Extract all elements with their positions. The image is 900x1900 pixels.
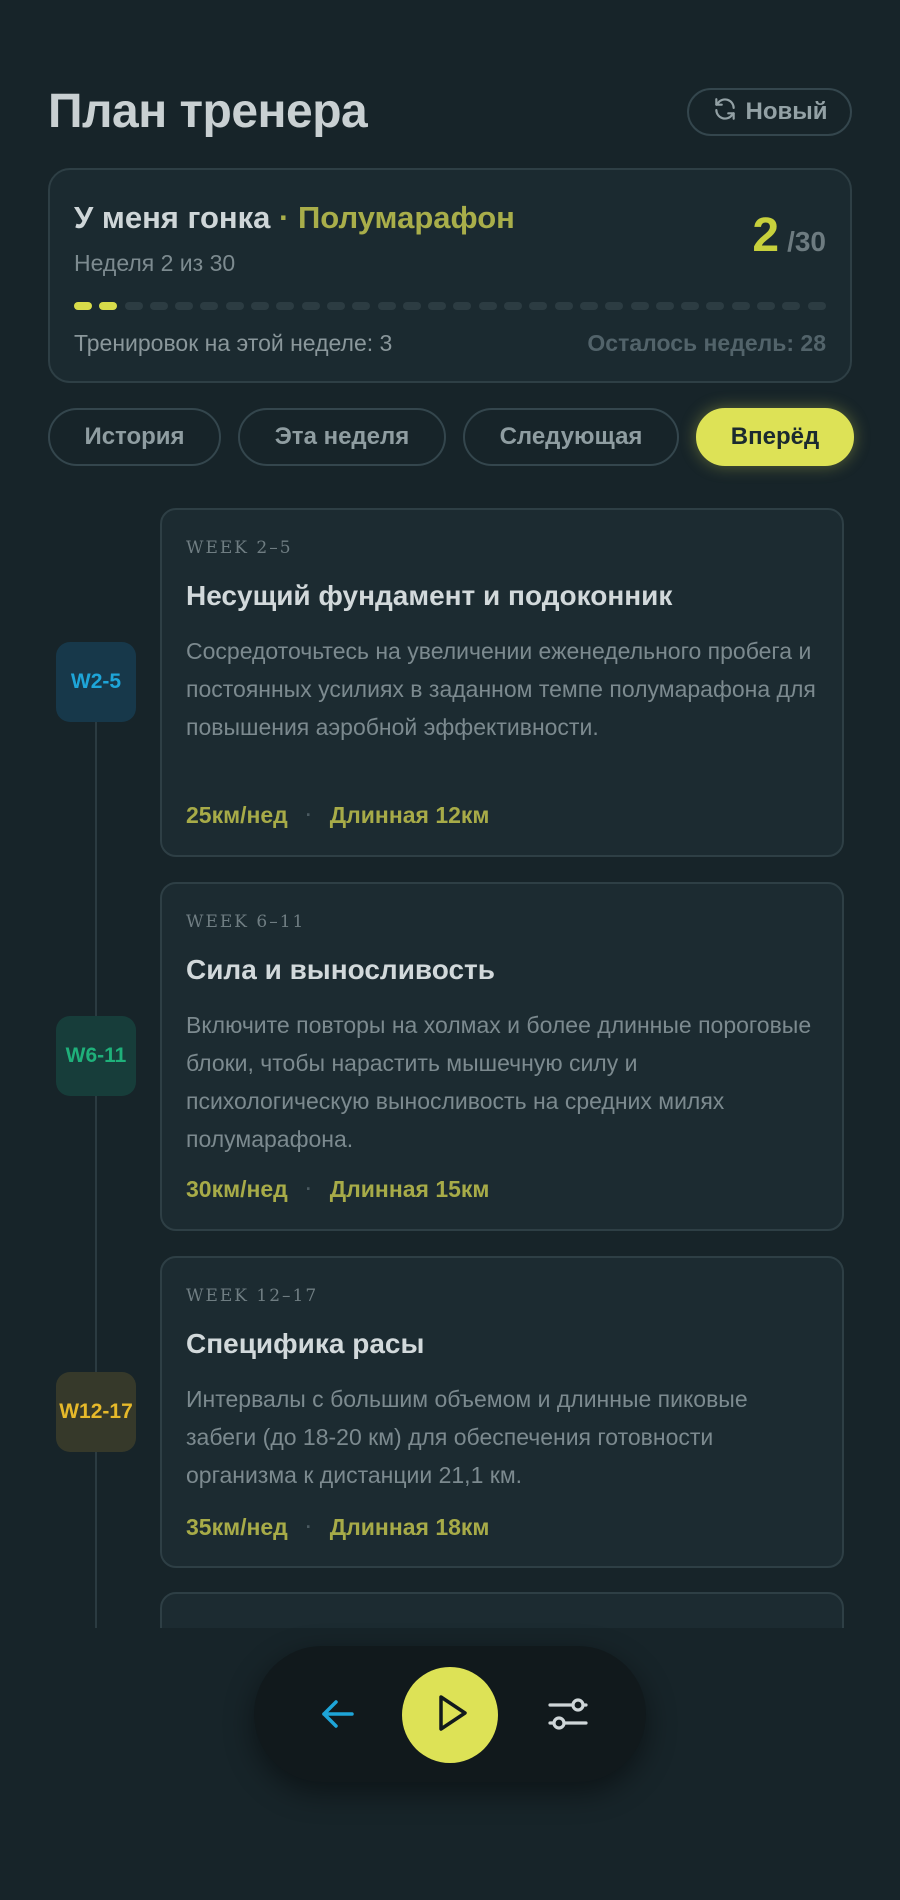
phase-weeks: WEEK 2–5 <box>186 538 293 558</box>
total-weeks: /30 <box>787 226 826 257</box>
progress-dot <box>731 302 750 310</box>
progress-dot <box>326 302 345 310</box>
timeline-rail <box>95 658 97 1628</box>
phase-description: Сосредоточьтесь на увеличении еженедельн… <box>186 638 816 740</box>
phase-weeks: WEEK 6–11 <box>186 912 306 932</box>
phase-volume: 30км/нед <box>186 1176 288 1202</box>
phase-title: Сила и выносливость <box>186 954 495 985</box>
progress-dot <box>124 302 143 310</box>
week-progress <box>74 302 826 310</box>
meta-separator: · <box>305 1517 312 1537</box>
meta-separator: · <box>305 1179 312 1199</box>
phase-title: Специфика расы <box>186 1328 425 1359</box>
refresh-icon <box>712 96 738 129</box>
week-counter: 2 /30 <box>752 208 826 263</box>
progress-dot <box>579 302 598 310</box>
progress-dot <box>428 302 447 310</box>
phase-volume: 25км/нед <box>186 802 288 828</box>
progress-dot <box>276 302 295 310</box>
weeks-left: Осталось недель: 28 <box>587 330 826 356</box>
progress-dot <box>504 302 523 310</box>
progress-dot <box>352 302 371 310</box>
plan-week-subtitle: Неделя 2 из 30 <box>74 250 236 276</box>
progress-dot <box>301 302 320 310</box>
phase-badge: W12-17 <box>56 1372 136 1452</box>
plan-title-separator: · <box>279 200 290 235</box>
phase-long-run: Длинная 18км <box>329 1514 490 1540</box>
progress-dot <box>782 302 801 310</box>
tab-next[interactable]: Следующая <box>463 408 679 466</box>
plan-summary-card: У меня гонка · Полумарафон Неделя 2 из 3… <box>48 168 852 383</box>
phase-long-run: Длинная 12км <box>329 802 490 828</box>
page-title: План тренера <box>48 85 368 138</box>
current-week: 2 <box>752 209 780 262</box>
plan-title-prefix: У меня гонка <box>74 200 271 235</box>
phase-badge: W2-5 <box>56 642 136 722</box>
workouts-this-week: Тренировок на этой неделе: 3 <box>74 330 393 356</box>
tab-history[interactable]: История <box>48 408 221 466</box>
progress-dot <box>149 302 168 310</box>
progress-dot <box>402 302 421 310</box>
progress-dot <box>681 302 700 310</box>
progress-dot <box>453 302 472 310</box>
progress-dot <box>478 302 497 310</box>
phase-meta: 25км/нед · Длинная 12км <box>186 802 489 829</box>
arrow-left-icon[interactable] <box>314 1690 362 1738</box>
progress-dot <box>605 302 624 310</box>
phase-description: Интервалы с большим объемом и длинные пи… <box>186 1386 748 1488</box>
progress-dot <box>225 302 244 310</box>
phase-badge: W6-11 <box>56 1016 136 1096</box>
progress-dot-done <box>99 302 118 310</box>
plan-race-type: Полумарафон <box>298 200 515 235</box>
progress-dot <box>807 302 826 310</box>
progress-dot <box>529 302 548 310</box>
progress-dot-done <box>74 302 92 310</box>
progress-dot <box>554 302 573 310</box>
progress-dot <box>630 302 649 310</box>
progress-dot <box>655 302 674 310</box>
progress-dot <box>377 302 396 310</box>
tab-this-week[interactable]: Эта неделя <box>238 408 446 466</box>
phase-title: Несущий фундамент и подоконник <box>186 580 673 611</box>
phase-card[interactable]: WEEK 2–5 Несущий фундамент и подоконник … <box>160 508 844 857</box>
progress-dot <box>706 302 725 310</box>
meta-separator: · <box>305 805 312 825</box>
phase-description: Включите повторы на холмах и более длинн… <box>186 1012 812 1152</box>
phase-card[interactable]: WEEK 6–11 Сила и выносливость Включите п… <box>160 882 844 1231</box>
progress-dot <box>200 302 219 310</box>
play-icon <box>426 1689 474 1742</box>
progress-dot <box>175 302 194 310</box>
phase-volume: 35км/нед <box>186 1514 288 1540</box>
new-plan-label: Новый <box>745 98 828 125</box>
phase-meta: 35км/нед · Длинная 18км <box>186 1514 489 1541</box>
plan-title: У меня гонка · Полумарафон <box>74 200 515 236</box>
header: План тренера Новый <box>48 84 852 144</box>
bottom-action-bar <box>254 1646 646 1782</box>
progress-dot <box>757 302 776 310</box>
phase-card[interactable]: WEEK 12–17 Специфика расы Интервалы с бо… <box>160 1256 844 1568</box>
phase-weeks: WEEK 12–17 <box>186 1286 319 1306</box>
phase-meta: 30км/нед · Длинная 15км <box>186 1176 489 1203</box>
phase-timeline: W2-5 WEEK 2–5 Несущий фундамент и подоко… <box>0 508 900 1628</box>
new-plan-button[interactable]: Новый <box>687 88 852 136</box>
tab-ahead[interactable]: Вперёд <box>696 408 854 466</box>
play-button[interactable] <box>402 1667 498 1763</box>
sliders-icon[interactable] <box>544 1690 592 1738</box>
phase-long-run: Длинная 15км <box>329 1176 490 1202</box>
phase-card-partial[interactable] <box>160 1592 844 1628</box>
progress-dot <box>251 302 270 310</box>
